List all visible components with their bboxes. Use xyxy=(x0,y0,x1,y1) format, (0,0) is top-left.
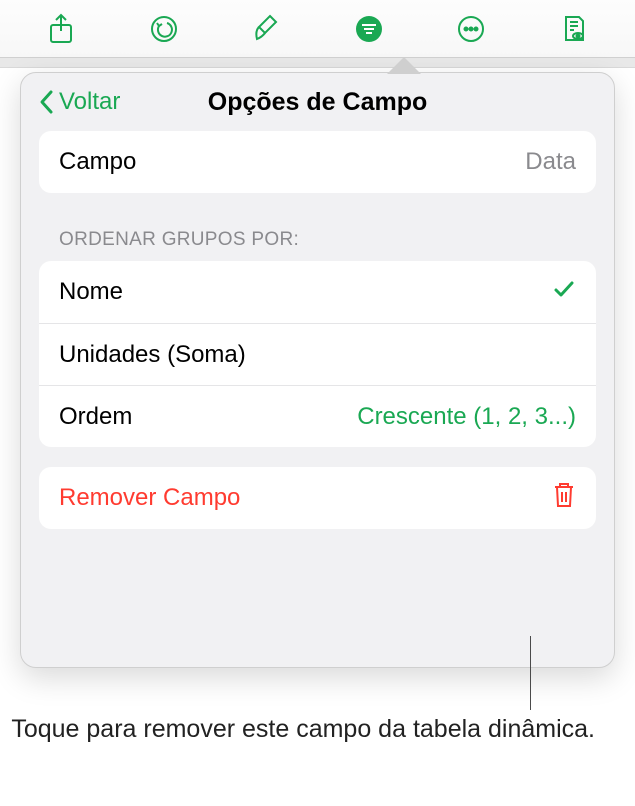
popover-header: Voltar Opções de Campo xyxy=(21,73,614,131)
sort-option-unidades[interactable]: Unidades (Soma) xyxy=(39,323,596,385)
ellipsis-circle-icon xyxy=(456,14,486,44)
format-brush-button[interactable] xyxy=(244,7,288,51)
share-icon xyxy=(48,13,74,45)
organize-icon xyxy=(354,14,384,44)
popover-arrow xyxy=(388,58,420,74)
popover-body: Campo Data ORDENAR GRUPOS POR: Nome Unid… xyxy=(21,131,614,547)
field-row[interactable]: Campo Data xyxy=(39,131,596,193)
sort-order-label: Ordem xyxy=(59,403,132,431)
organize-button[interactable] xyxy=(347,7,391,51)
undo-icon xyxy=(149,14,179,44)
document-eye-icon xyxy=(561,14,587,44)
sort-option-label: Unidades (Soma) xyxy=(59,341,246,369)
share-button[interactable] xyxy=(39,7,83,51)
field-label: Campo xyxy=(59,148,136,176)
document-view-button[interactable] xyxy=(552,7,596,51)
sort-section-header: ORDENAR GRUPOS POR: xyxy=(39,193,596,261)
undo-button[interactable] xyxy=(142,7,186,51)
remove-field-card: Remover Campo xyxy=(39,467,596,529)
callout-text: Toque para remover este campo da tabela … xyxy=(0,714,595,745)
field-options-popover: Voltar Opções de Campo Campo Data ORDENA… xyxy=(20,72,615,668)
sort-options-card: Nome Unidades (Soma) Ordem Crescente (1,… xyxy=(39,261,596,447)
trash-icon xyxy=(552,481,576,516)
checkmark-icon xyxy=(552,277,576,308)
remove-field-label: Remover Campo xyxy=(59,484,240,512)
chevron-left-icon xyxy=(39,89,55,115)
sort-option-nome[interactable]: Nome xyxy=(39,261,596,323)
content-background xyxy=(0,58,635,68)
remove-field-button[interactable]: Remover Campo xyxy=(39,467,596,529)
sort-order-value: Crescente (1, 2, 3...) xyxy=(357,403,576,431)
field-card: Campo Data xyxy=(39,131,596,193)
more-button[interactable] xyxy=(449,7,493,51)
callout-line xyxy=(530,636,531,710)
field-value: Data xyxy=(525,148,576,176)
sort-option-label: Nome xyxy=(59,278,123,306)
paintbrush-icon xyxy=(252,13,280,45)
sort-order-row[interactable]: Ordem Crescente (1, 2, 3...) xyxy=(39,385,596,447)
back-label: Voltar xyxy=(59,88,120,116)
toolbar xyxy=(0,0,635,58)
back-button[interactable]: Voltar xyxy=(39,88,120,116)
